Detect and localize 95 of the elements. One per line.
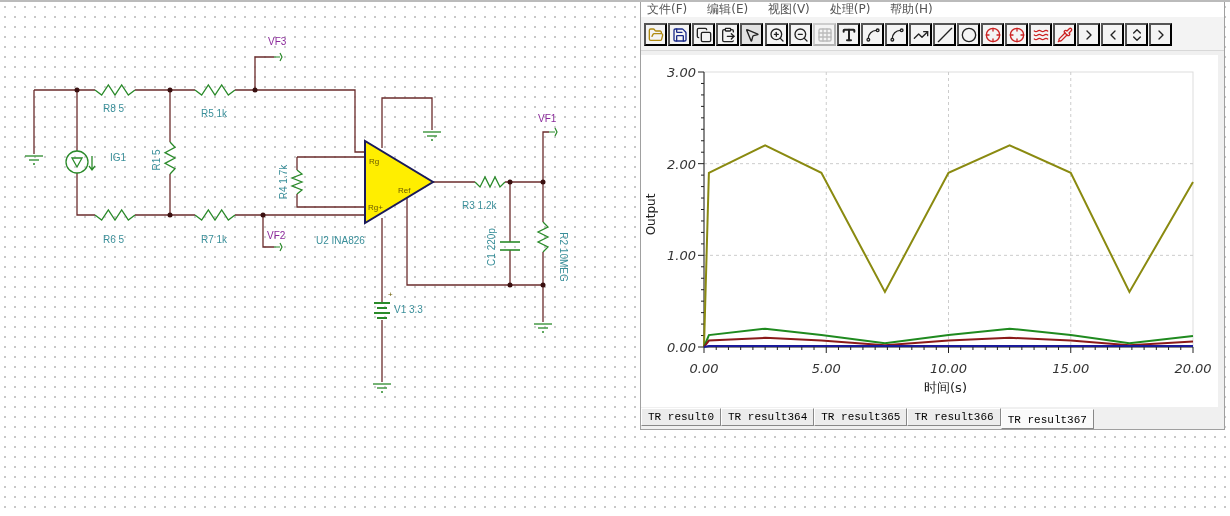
axis-title: Output <box>644 193 658 236</box>
pipette-icon <box>1056 26 1073 43</box>
component-label: R5 1k <box>201 108 228 119</box>
result-tab[interactable]: TR result364 <box>721 408 815 426</box>
zoom-out-icon <box>792 26 809 43</box>
toolbar-button[interactable] <box>837 23 860 46</box>
crosshair-icon <box>1008 26 1025 43</box>
paste-icon <box>719 26 736 43</box>
component-label: R1 5 <box>151 149 162 171</box>
component-label: R2 10MEG <box>558 232 569 282</box>
toolbar-button[interactable] <box>692 23 715 46</box>
probe-symbol <box>273 242 283 252</box>
toolbar-button[interactable] <box>957 23 980 46</box>
component-label: R8 5 <box>103 103 125 114</box>
grid-icon <box>816 26 833 43</box>
battery-symbol <box>373 302 391 319</box>
menu-item[interactable]: 编辑(E) <box>707 2 749 16</box>
resistor-symbol <box>194 83 236 97</box>
save-icon <box>671 26 688 43</box>
result-tab[interactable]: TR result365 <box>814 408 908 426</box>
probe-symbol <box>273 52 283 62</box>
resistor-symbol <box>94 83 136 97</box>
toolbar-button[interactable] <box>1101 23 1124 46</box>
toolbar-button[interactable] <box>933 23 956 46</box>
probe-symbol <box>548 127 558 137</box>
ground-symbol <box>372 383 392 393</box>
resistor-symbol <box>94 208 136 222</box>
toolbar-button[interactable] <box>668 23 691 46</box>
resistor-symbol <box>290 169 304 195</box>
toolbar-button[interactable] <box>740 23 763 46</box>
probe-label: VF1 <box>538 113 557 124</box>
tick-label: 5.00 <box>811 361 841 376</box>
tick-label: 20.00 <box>1174 361 1212 376</box>
copy-icon <box>695 26 712 43</box>
toolbar-button[interactable] <box>1005 23 1028 46</box>
current-source-symbol <box>65 150 96 174</box>
pointer-icon <box>743 26 760 43</box>
pin-label: + <box>388 290 393 299</box>
toolbar-button[interactable] <box>909 23 932 46</box>
menu-item[interactable]: 帮助(H) <box>890 2 933 16</box>
toolbar-button[interactable] <box>716 23 739 46</box>
curve-icon <box>864 26 881 43</box>
curve-icon <box>888 26 905 43</box>
component-label: V1 3.3 <box>394 304 423 315</box>
tick-label: 0.00 <box>667 340 696 355</box>
toolbar-button[interactable] <box>1029 23 1052 46</box>
menu-item[interactable]: 处理(P) <box>829 2 871 16</box>
toolbar-button[interactable] <box>861 23 884 46</box>
resistor-symbol <box>474 175 506 189</box>
circle-icon <box>960 26 977 43</box>
toolbar-button[interactable] <box>765 23 788 46</box>
zoom-in-icon <box>768 26 785 43</box>
probe-label: VF2 <box>267 230 286 241</box>
toolbar-button[interactable] <box>885 23 908 46</box>
text-icon <box>840 26 857 43</box>
menu-item[interactable]: 视图(V) <box>768 2 810 16</box>
component-label: R6 5 <box>103 234 125 245</box>
result-tab[interactable]: TR result367 <box>1000 409 1094 429</box>
toolbar-button[interactable] <box>789 23 812 46</box>
tick-label: 3.00 <box>667 65 696 80</box>
pin-label: Rg+ <box>368 203 383 212</box>
capacitor-symbol <box>499 241 521 251</box>
line-icon <box>936 26 953 43</box>
resistor-symbol <box>163 141 177 175</box>
toolbar-button[interactable] <box>644 23 667 46</box>
toolbar-button[interactable] <box>1077 23 1100 46</box>
tick-label: 10.00 <box>929 361 968 376</box>
result-tab[interactable]: TR result366 <box>907 408 1001 426</box>
component-label: R7 1k <box>201 234 228 245</box>
menu-item[interactable]: 文件(F) <box>647 2 688 16</box>
resistor-symbol <box>194 208 236 222</box>
component-label: C1 220p <box>486 228 497 266</box>
component-label: IG1 <box>110 152 127 163</box>
pin-label: Ref <box>398 186 411 195</box>
ground-symbol <box>24 155 44 165</box>
tick-label: 2.00 <box>667 156 696 172</box>
toolbar-button[interactable] <box>1149 23 1172 46</box>
tick-label: 1.00 <box>667 248 696 264</box>
crosshair-icon <box>984 26 1001 43</box>
toolbar-button[interactable] <box>1125 23 1148 46</box>
component-label: R4 1.7k <box>278 164 289 200</box>
resistor-symbol <box>536 221 550 253</box>
component-label: R3 1.2k <box>462 200 497 211</box>
tick-label: 15.00 <box>1052 361 1090 376</box>
pin-label: Rg <box>369 157 380 166</box>
probe-label: VF3 <box>268 36 287 47</box>
component-label: U2 INA826 <box>316 235 365 246</box>
ground-symbol <box>422 131 442 141</box>
ground-symbol <box>533 323 553 333</box>
toolbar-button[interactable] <box>1053 23 1076 46</box>
folder-icon <box>647 26 664 43</box>
toolbar-button[interactable] <box>981 23 1004 46</box>
result-tab[interactable]: TR result0 <box>641 408 721 426</box>
axis-title: 时间(s) <box>924 380 967 395</box>
tick-label: 0.00 <box>689 361 719 376</box>
